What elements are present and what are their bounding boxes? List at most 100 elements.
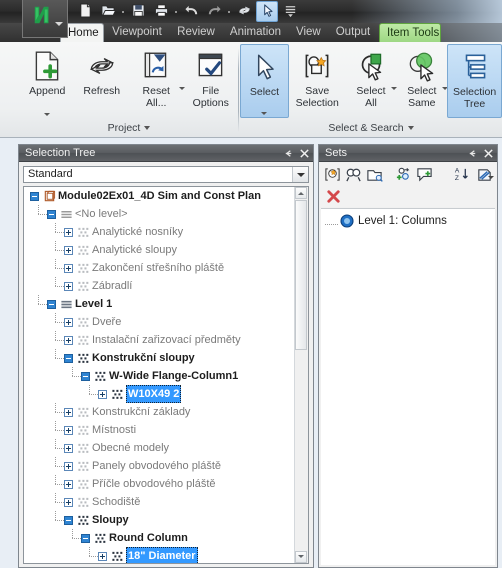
qat-redo-arrow-button[interactable] — [203, 1, 225, 22]
select-same-button[interactable]: Select Same — [396, 44, 449, 118]
save-selection-button[interactable] — [322, 164, 342, 184]
tree-row[interactable]: Panely obvodového pláště — [24, 457, 295, 475]
selection-tree-label: Selection Tree — [453, 86, 497, 110]
ribbon-tab-item-tools[interactable]: Item Tools — [379, 23, 441, 42]
tree-mode-dropdown[interactable]: Standard — [23, 166, 309, 183]
collapse-toggle-icon[interactable] — [47, 300, 56, 309]
update-set-button[interactable] — [472, 164, 496, 184]
refresh-button[interactable]: Refresh — [75, 44, 130, 118]
application-menu-button[interactable] — [22, 0, 68, 38]
new-comment-button[interactable] — [415, 164, 435, 184]
tree-row[interactable]: Obecné modely — [24, 439, 295, 457]
scrollbar-thumb[interactable] — [295, 200, 307, 350]
selection-tree-body: Standard Module02Ex01_4D Sim and Const P… — [19, 162, 313, 567]
import-export-search-button[interactable] — [364, 164, 384, 184]
scroll-down-icon[interactable] — [295, 551, 307, 563]
tree-row-label: Panely obvodového pláště — [92, 460, 222, 472]
expand-toggle-icon[interactable] — [98, 552, 107, 561]
qat-undo-arrow-button[interactable] — [180, 1, 202, 22]
collapse-toggle-icon[interactable] — [64, 354, 73, 363]
expand-toggle-icon[interactable] — [98, 390, 107, 399]
select-all-button[interactable]: Select All — [346, 44, 398, 118]
pin-icon[interactable] — [283, 148, 294, 159]
tree-row[interactable]: 18" Diameter — [24, 547, 295, 563]
tree-row[interactable]: Analytické nosníky — [24, 223, 295, 241]
tree-row[interactable]: Místnosti — [24, 421, 295, 439]
tree-row[interactable]: Level 1 — [24, 295, 295, 313]
refresh-icon — [237, 3, 252, 21]
select-same-icon — [409, 52, 434, 82]
save-selection-button[interactable]: Save Selection — [289, 44, 346, 118]
delete-button[interactable] — [322, 186, 344, 206]
tree-row[interactable]: Zakončení střešního pláště — [24, 259, 295, 277]
tree-row[interactable]: <No level> — [24, 205, 295, 223]
ribbon-tab-output[interactable]: Output — [327, 23, 379, 42]
append-dropdown-caret-icon[interactable] — [44, 113, 51, 116]
collapse-toggle-icon[interactable] — [81, 372, 90, 381]
tree-row[interactable]: W10X49 2 — [24, 385, 295, 403]
expand-toggle-icon[interactable] — [64, 408, 73, 417]
tree-row[interactable]: Příčle obvodového pláště — [24, 475, 295, 493]
ribbon-tab-viewpoint[interactable]: Viewpoint — [104, 23, 170, 42]
expand-toggle-icon[interactable] — [64, 444, 73, 453]
collapse-toggle-icon[interactable] — [64, 516, 73, 525]
expand-toggle-icon[interactable] — [64, 264, 73, 273]
expand-toggle-icon[interactable] — [64, 318, 73, 327]
tree-row[interactable]: Sloupy — [24, 511, 295, 529]
tree-row[interactable]: Konstrukční sloupy — [24, 349, 295, 367]
tree-connector — [55, 259, 56, 268]
expand-toggle-icon[interactable] — [64, 426, 73, 435]
file-options-button[interactable]: File Options — [184, 44, 239, 118]
collapse-toggle-icon[interactable] — [47, 210, 56, 219]
chevron-down-icon[interactable] — [407, 126, 414, 131]
tree-row[interactable]: Konstrukční základy — [24, 403, 295, 421]
expand-toggle-icon[interactable] — [64, 246, 73, 255]
expand-toggle-icon[interactable] — [64, 336, 73, 345]
qat-cursor-arrow-button[interactable] — [256, 1, 278, 22]
sets-list-item[interactable]: Level 1: Columns — [321, 212, 495, 230]
sort-button[interactable]: A Z — [451, 164, 471, 184]
reset-all-button[interactable]: Reset All... — [129, 44, 185, 118]
qat-printer-button[interactable] — [150, 1, 172, 22]
append-button[interactable]: Append — [20, 44, 75, 118]
qat-new-document-button[interactable] — [74, 1, 96, 22]
group-icon — [77, 352, 90, 365]
qat-refresh-button[interactable] — [233, 1, 255, 22]
select-dropdown-caret-icon[interactable] — [261, 112, 268, 115]
tree-row[interactable]: Dveře — [24, 313, 295, 331]
close-icon[interactable] — [299, 148, 310, 159]
tree-connector — [55, 511, 56, 520]
qat-save-disk-button[interactable] — [127, 1, 149, 22]
tree-row[interactable]: Module02Ex01_4D Sim and Const Plan — [24, 187, 295, 205]
tree-row[interactable]: Analytické sloupy — [24, 241, 295, 259]
collapse-toggle-icon[interactable] — [81, 534, 90, 543]
ribbon-tab-view[interactable]: View — [289, 23, 327, 42]
qat-qat-dropdown-button[interactable] — [279, 1, 301, 22]
tree-row[interactable]: Schodiště — [24, 493, 295, 511]
select-button[interactable]: Select — [240, 44, 289, 118]
expand-toggle-icon[interactable] — [64, 498, 73, 507]
expand-toggle-icon[interactable] — [64, 228, 73, 237]
ribbon-tab-review[interactable]: Review — [170, 23, 222, 42]
collapse-toggle-icon[interactable] — [30, 192, 39, 201]
expand-toggle-icon[interactable] — [64, 462, 73, 471]
tree-row[interactable]: W-Wide Flange-Column1 — [24, 367, 295, 385]
pin-icon[interactable] — [467, 148, 478, 159]
expand-toggle-icon[interactable] — [64, 480, 73, 489]
add-copy-button[interactable] — [394, 164, 414, 184]
ribbon-tab-animation[interactable]: Animation — [222, 23, 289, 42]
tree-connector — [55, 403, 56, 412]
qat-open-folder-button[interactable] — [97, 1, 119, 22]
tree-row[interactable]: Zábradlí — [24, 277, 295, 295]
tree-mode-dropdown-button[interactable] — [292, 167, 308, 182]
scroll-up-icon[interactable] — [295, 187, 307, 199]
selection-tree-button[interactable]: Selection Tree — [447, 44, 502, 118]
save-search-button[interactable] — [343, 164, 363, 184]
chevron-down-icon[interactable] — [144, 126, 151, 131]
close-icon[interactable] — [483, 148, 494, 159]
tree-row[interactable]: Round Column — [24, 529, 295, 547]
tree-row[interactable]: Instalační zařizovací předměty — [24, 331, 295, 349]
expand-toggle-icon[interactable] — [64, 282, 73, 291]
selection-tree-scrollbar[interactable] — [294, 187, 308, 563]
group-icon — [77, 460, 90, 473]
